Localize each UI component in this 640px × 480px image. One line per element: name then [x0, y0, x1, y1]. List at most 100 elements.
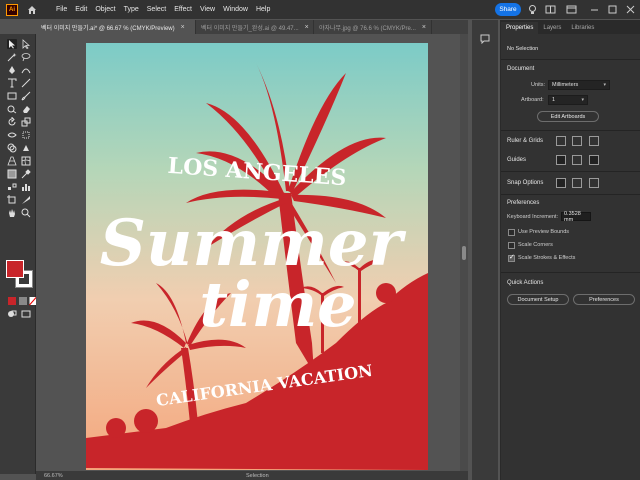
direct-selection-tool-icon[interactable]: [21, 39, 31, 49]
gradient-tool-icon[interactable]: [7, 169, 17, 179]
close-icon[interactable]: ×: [181, 24, 185, 31]
tab-document-1[interactable]: 벡터 이미지 만들기.ai* @ 66.67 % (CMYK/Preview) …: [36, 20, 196, 34]
menu-select[interactable]: Select: [143, 6, 170, 13]
grid-icon[interactable]: [572, 136, 582, 146]
tab-libraries[interactable]: Libraries: [566, 22, 599, 34]
edit-artboards-button[interactable]: Edit Artboards: [537, 111, 599, 122]
close-icon[interactable]: ×: [422, 24, 426, 31]
minimize-icon[interactable]: [589, 4, 600, 15]
pen-tool-icon[interactable]: [7, 65, 17, 75]
paintbrush-tool-icon[interactable]: [21, 91, 31, 101]
workspace-icon[interactable]: [566, 4, 577, 15]
arrange-documents-icon[interactable]: [545, 4, 556, 15]
magic-wand-tool-icon[interactable]: [7, 52, 17, 62]
preferences-button[interactable]: Preferences: [573, 294, 635, 305]
scale-corners-label: Scale Corners: [518, 242, 553, 248]
blend-tool-icon[interactable]: [7, 182, 17, 192]
rulers-icon[interactable]: [556, 136, 566, 146]
preferences-section-title: Preferences: [507, 200, 540, 206]
free-transform-tool-icon[interactable]: [21, 130, 31, 140]
curvature-tool-icon[interactable]: [21, 65, 31, 75]
smart-guides-icon[interactable]: [589, 155, 599, 165]
document-tabs: 벡터 이미지 만들기.ai* @ 66.67 % (CMYK/Preview) …: [36, 20, 468, 34]
artboard-label: Artboard:: [521, 97, 544, 103]
scale-corners-checkbox[interactable]: [508, 242, 515, 249]
scale-tool-icon[interactable]: [21, 117, 31, 127]
keyboard-increment-input[interactable]: 0.3528 mm: [561, 211, 591, 223]
artboard-tool-icon[interactable]: [7, 195, 17, 205]
fill-color-swatch[interactable]: [6, 260, 24, 278]
menu-window[interactable]: Window: [219, 6, 252, 13]
snap-to-pixel-icon[interactable]: [589, 178, 599, 188]
quick-actions-title: Quick Actions: [507, 280, 544, 286]
zoom-field[interactable]: 66.67%: [44, 473, 76, 479]
hand-tool-icon[interactable]: [7, 208, 17, 218]
units-label: Units:: [531, 82, 546, 88]
artwork-los-angeles-text: LOS ANGELES: [167, 153, 347, 191]
canvas-area[interactable]: LOS ANGELES Summer time CALIFORNIA VACAT…: [36, 34, 468, 471]
close-window-icon[interactable]: [625, 4, 636, 15]
menu-bar: Ai File Edit Object Type Select Effect V…: [0, 0, 640, 19]
zoom-tool-icon[interactable]: [21, 208, 31, 218]
tab-document-2[interactable]: 벡터 이미지 만들기_완성.ai @ 49.47... ×: [196, 20, 314, 34]
tab-properties[interactable]: Properties: [501, 22, 539, 34]
menu-type[interactable]: Type: [120, 6, 143, 13]
eyedropper-tool-icon[interactable]: [21, 169, 31, 179]
artboard[interactable]: LOS ANGELES Summer time CALIFORNIA VACAT…: [86, 43, 428, 470]
menu-object[interactable]: Object: [91, 6, 119, 13]
snap-to-point-icon[interactable]: [556, 178, 566, 188]
app-logo: Ai: [6, 3, 18, 16]
tab-label: 벡터 이미지 만들기.ai* @ 66.67 % (CMYK/Preview): [41, 25, 175, 32]
perspective-grid-tool-icon[interactable]: [7, 156, 17, 166]
share-button[interactable]: Share: [495, 3, 521, 16]
screen-mode-icon[interactable]: [21, 309, 31, 319]
lightbulb-icon[interactable]: [527, 4, 538, 15]
use-preview-bounds-checkbox[interactable]: [508, 229, 515, 236]
eraser-tool-icon[interactable]: [21, 104, 31, 114]
type-tool-icon[interactable]: [7, 78, 17, 88]
menu-effect[interactable]: Effect: [170, 6, 196, 13]
menu-view[interactable]: View: [196, 6, 219, 13]
selection-tool-icon[interactable]: [7, 39, 17, 49]
units-value: Millimeters: [552, 82, 579, 88]
lasso-tool-icon[interactable]: [21, 52, 31, 62]
close-icon[interactable]: ×: [305, 24, 309, 31]
rectangle-tool-icon[interactable]: [7, 91, 17, 101]
draw-mode-icon[interactable]: [7, 309, 17, 319]
status-bar: 66.67% Selection: [36, 471, 468, 480]
width-tool-icon[interactable]: [7, 130, 17, 140]
artwork-time-text: time: [199, 268, 356, 341]
lock-guides-icon[interactable]: [572, 155, 582, 165]
document-section-title: Document: [507, 66, 535, 72]
scroll-thumb[interactable]: [462, 246, 466, 260]
document-setup-button[interactable]: Document Setup: [507, 294, 569, 305]
gradient-mode-icon[interactable]: [18, 296, 28, 306]
slice-tool-icon[interactable]: [21, 195, 31, 205]
live-paint-tool-icon[interactable]: [21, 143, 31, 153]
snap-to-grid-icon[interactable]: [572, 178, 582, 188]
comments-icon[interactable]: [480, 34, 490, 44]
units-dropdown[interactable]: Millimeters ▾: [548, 80, 610, 90]
line-tool-icon[interactable]: [21, 78, 31, 88]
artboard-dropdown[interactable]: 1 ▾: [548, 95, 588, 105]
tab-document-3[interactable]: 야자나무.jpg @ 76.6 % (CMYK/Pre... ×: [314, 20, 432, 34]
maximize-icon[interactable]: [607, 4, 618, 15]
pixel-grid-icon[interactable]: [589, 136, 599, 146]
scale-strokes-label: Scale Strokes & Effects: [518, 255, 576, 261]
menu-edit[interactable]: Edit: [71, 6, 91, 13]
shape-builder-tool-icon[interactable]: [7, 143, 17, 153]
menu-file[interactable]: File: [52, 6, 71, 13]
vertical-scrollbar[interactable]: [460, 34, 468, 471]
artwork-palm-trees: LOS ANGELES Summer time CALIFORNIA VACAT…: [86, 63, 428, 470]
mesh-tool-icon[interactable]: [21, 156, 31, 166]
shaper-tool-icon[interactable]: [7, 104, 17, 114]
tab-layers[interactable]: Layers: [538, 22, 566, 34]
tools-panel: [0, 34, 37, 474]
home-icon[interactable]: [26, 4, 38, 16]
color-mode-icon[interactable]: [7, 296, 17, 306]
show-guides-icon[interactable]: [556, 155, 566, 165]
scale-strokes-checkbox[interactable]: [508, 253, 515, 262]
rotate-tool-icon[interactable]: [7, 117, 17, 127]
menu-help[interactable]: Help: [252, 6, 274, 13]
graph-tool-icon[interactable]: [21, 182, 31, 192]
